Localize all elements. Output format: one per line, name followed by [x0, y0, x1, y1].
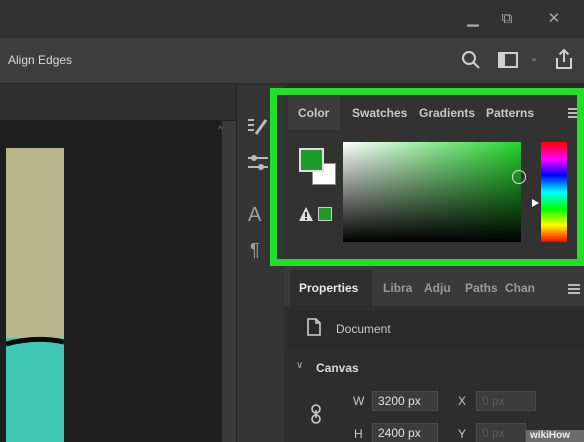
search-icon[interactable]: [461, 50, 481, 70]
adjustments-icon[interactable]: [246, 152, 270, 174]
tab-channels[interactable]: Chan: [505, 281, 535, 295]
watermark: wikiHow: [526, 430, 584, 442]
width-label: W: [353, 394, 365, 408]
document-icon: [306, 318, 322, 336]
vertical-scrollbar[interactable]: [222, 121, 236, 442]
options-bar: [0, 38, 584, 84]
workspace-icon[interactable]: [498, 52, 518, 68]
width-field[interactable]: 3200 px: [372, 391, 438, 411]
tab-paths[interactable]: Paths: [465, 281, 498, 295]
tab-properties[interactable]: Properties: [299, 281, 358, 295]
restore-button[interactable]: ⧉: [496, 8, 518, 30]
canvas-label[interactable]: Canvas: [316, 361, 359, 375]
character-icon[interactable]: A: [248, 204, 261, 227]
close-button[interactable]: ✕: [543, 8, 565, 30]
x-field[interactable]: 0 px: [476, 391, 536, 411]
canvas-collapse-chevron-icon[interactable]: ∨: [296, 360, 303, 371]
khaki-layer: [6, 148, 64, 338]
height-field[interactable]: 2400 px: [372, 423, 438, 442]
y-field[interactable]: 0 px: [476, 423, 526, 442]
y-label: Y: [458, 427, 467, 441]
collapse-chevron-icon[interactable]: ^: [218, 125, 223, 136]
chevron-down-icon[interactable]: ⌄: [530, 53, 540, 65]
document-tab-strip: [0, 85, 236, 121]
share-icon[interactable]: [553, 48, 575, 70]
x-label: X: [458, 394, 467, 408]
paragraph-icon[interactable]: ¶: [250, 240, 260, 261]
tab-libraries[interactable]: Libra: [383, 281, 412, 295]
document-row: [287, 310, 584, 348]
height-label: H: [354, 427, 363, 441]
tab-adjustments[interactable]: Adju: [424, 281, 451, 295]
properties-menu-icon[interactable]: [567, 282, 581, 294]
curve-shape: [6, 336, 64, 347]
align-edges-label[interactable]: Align Edges: [8, 53, 72, 67]
brush-settings-icon[interactable]: [246, 116, 270, 138]
highlight-box: [270, 88, 584, 266]
teal-layer: [6, 338, 64, 442]
link-icon[interactable]: [310, 404, 322, 424]
minimize-button[interactable]: ▁: [462, 8, 484, 30]
document-label: Document: [336, 322, 391, 336]
